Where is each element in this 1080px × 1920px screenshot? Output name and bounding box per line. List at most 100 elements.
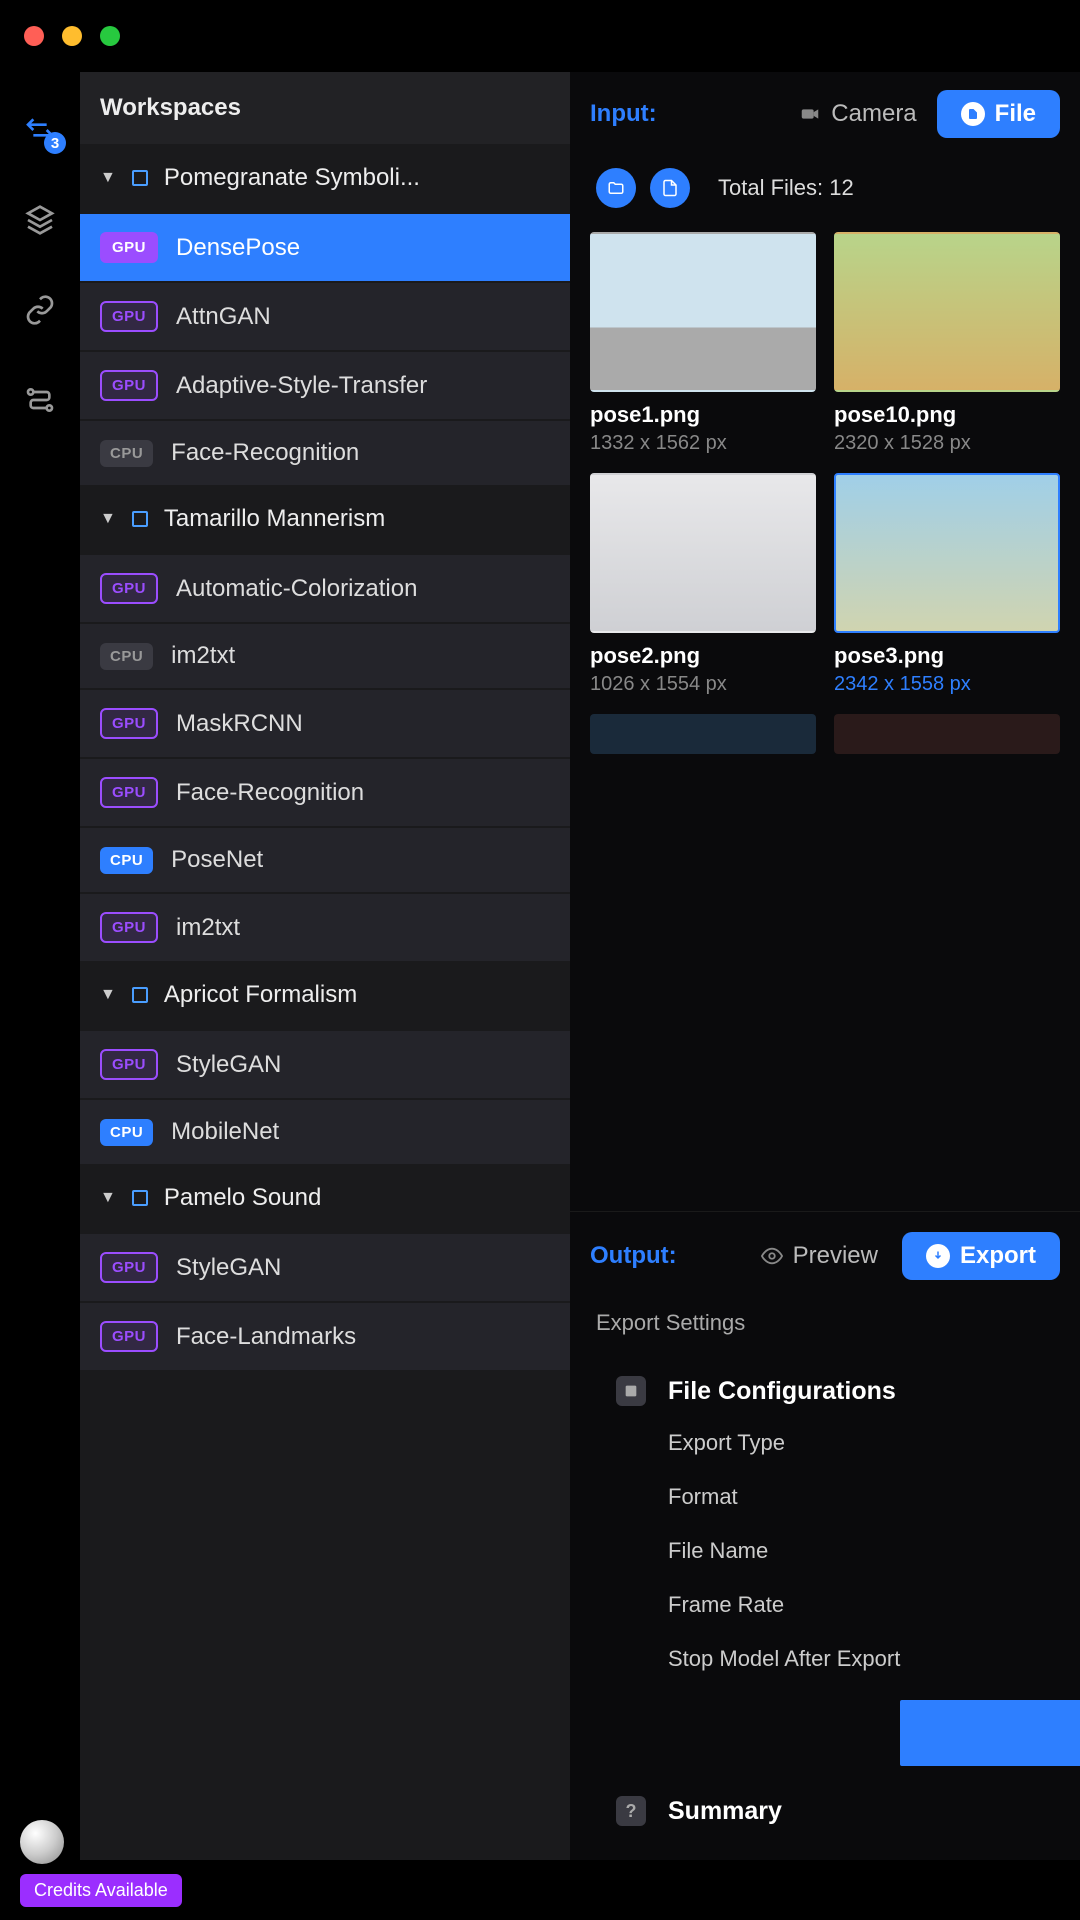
file-dimensions: 1332 x 1562 px xyxy=(590,432,816,455)
rail-transfer-icon[interactable]: 3 xyxy=(22,112,58,148)
sidebar-title: Workspaces xyxy=(80,72,570,144)
model-item[interactable]: GPUStyleGAN xyxy=(80,1234,570,1301)
model-label: MaskRCNN xyxy=(176,710,303,738)
file-toolbar: Total Files: 12 xyxy=(570,156,1080,232)
rail-link-icon[interactable] xyxy=(22,292,58,328)
workspace-name: Pamelo Sound xyxy=(164,1184,321,1212)
preview-label: Preview xyxy=(793,1242,878,1270)
workspace-icon xyxy=(132,170,148,186)
file-dimensions: 2320 x 1528 px xyxy=(834,432,1060,455)
model-label: Automatic-Colorization xyxy=(176,575,417,603)
workspace-name: Pomegranate Symboli... xyxy=(164,164,420,192)
compute-badge: GPU xyxy=(100,370,158,401)
credits-badge[interactable]: Credits Available xyxy=(20,1874,182,1907)
file-grid: pose1.png 1332 x 1562 px pose10.png 2320 x … xyxy=(570,232,1080,1211)
file-name: pose1.png xyxy=(590,402,816,428)
compute-badge: CPU xyxy=(100,847,153,874)
model-item[interactable]: CPU Face-Recognition xyxy=(80,421,570,485)
file-config-section: File Configurations Export TypeFormatFil… xyxy=(570,1356,1080,1776)
output-preview-option[interactable]: Preview xyxy=(761,1242,878,1270)
add-file-button[interactable] xyxy=(650,168,690,208)
file-card[interactable] xyxy=(834,714,1060,754)
compute-badge: GPU xyxy=(100,777,158,808)
output-label: Output: xyxy=(590,1242,677,1270)
workspace-header[interactable]: ▼ Pomegranate Symboli... xyxy=(80,144,570,212)
model-label: AttnGAN xyxy=(176,303,271,331)
file-card[interactable]: pose1.png 1332 x 1562 px xyxy=(590,232,816,455)
config-field-label: File Name xyxy=(668,1538,1080,1564)
file-name: pose2.png xyxy=(590,643,816,669)
export-settings-title: Export Settings xyxy=(570,1300,1080,1356)
chevron-down-icon: ▼ xyxy=(100,169,116,187)
workspace-header[interactable]: ▼Apricot Formalism xyxy=(80,961,570,1029)
compute-badge: GPU xyxy=(100,232,158,263)
model-item[interactable]: GPUMaskRCNN xyxy=(80,690,570,757)
file-card[interactable]: pose3.png 2342 x 1558 px xyxy=(834,473,1060,696)
model-item[interactable]: GPUim2txt xyxy=(80,894,570,961)
model-item[interactable]: CPU MobileNet xyxy=(80,1100,570,1164)
main-panel: Input: Camera File Total Files: 12 pos xyxy=(570,72,1080,1860)
file-thumbnail xyxy=(590,714,816,754)
file-card[interactable]: pose10.png 2320 x 1528 px xyxy=(834,232,1060,455)
compute-badge: CPU xyxy=(100,1119,153,1146)
rail-layers-icon[interactable] xyxy=(22,202,58,238)
input-camera-option[interactable]: Camera xyxy=(799,100,916,128)
export-action-button[interactable] xyxy=(900,1700,1080,1766)
model-label: Face-Landmarks xyxy=(176,1323,356,1351)
file-circle-icon xyxy=(961,102,985,126)
export-label: Export xyxy=(960,1242,1036,1270)
model-label: Face-Recognition xyxy=(176,779,364,807)
model-label: im2txt xyxy=(171,642,235,670)
model-item[interactable]: CPU im2txt xyxy=(80,624,570,688)
workspace-icon xyxy=(132,1190,148,1206)
file-label: File xyxy=(995,100,1036,128)
input-file-button[interactable]: File xyxy=(937,90,1060,138)
file-thumbnail xyxy=(834,232,1060,392)
model-label: Face-Recognition xyxy=(171,439,359,467)
compute-badge: CPU xyxy=(100,440,153,467)
input-label: Input: xyxy=(590,100,657,128)
window-titlebar xyxy=(0,0,1080,72)
sidebar: Workspaces ▼ Pomegranate Symboli... GPU Den… xyxy=(80,72,570,1860)
model-label: im2txt xyxy=(176,914,240,942)
file-name: pose10.png xyxy=(834,402,1060,428)
model-item[interactable]: GPUStyleGAN xyxy=(80,1031,570,1098)
file-dimensions: 2342 x 1558 px xyxy=(834,673,1060,696)
model-item[interactable]: GPU AttnGAN xyxy=(80,283,570,350)
file-config-title: File Configurations xyxy=(668,1377,896,1406)
workspace-header[interactable]: ▼Pamelo Sound xyxy=(80,1164,570,1232)
window-minimize[interactable] xyxy=(62,26,82,46)
file-thumbnail xyxy=(834,473,1060,633)
camera-label: Camera xyxy=(831,100,916,128)
chevron-down-icon: ▼ xyxy=(100,986,116,1004)
model-label: MobileNet xyxy=(171,1118,279,1146)
model-label: StyleGAN xyxy=(176,1254,281,1282)
model-label: DensePose xyxy=(176,234,300,262)
file-card[interactable]: pose2.png1026 x 1554 px xyxy=(590,473,816,696)
window-maximize[interactable] xyxy=(100,26,120,46)
compute-badge: CPU xyxy=(100,643,153,670)
model-item[interactable]: GPU Face-Recognition xyxy=(80,759,570,826)
workspace-name: Tamarillo Mannerism xyxy=(164,505,385,533)
compute-badge: GPU xyxy=(100,301,158,332)
model-item[interactable]: GPUFace-Landmarks xyxy=(80,1303,570,1370)
nav-rail: 3 xyxy=(0,72,80,1860)
file-name: pose3.png xyxy=(834,643,1060,669)
file-card[interactable] xyxy=(590,714,816,754)
rail-route-icon[interactable] xyxy=(22,382,58,418)
workspace-header[interactable]: ▼ Tamarillo Mannerism xyxy=(80,485,570,553)
file-thumbnail xyxy=(834,714,1060,754)
footer: Credits Available xyxy=(0,1860,1080,1920)
model-item[interactable]: GPUAutomatic-Colorization xyxy=(80,555,570,622)
input-bar: Input: Camera File xyxy=(570,72,1080,156)
open-folder-button[interactable] xyxy=(596,168,636,208)
file-thumbnail xyxy=(590,473,816,633)
user-avatar[interactable] xyxy=(20,1820,64,1864)
model-item[interactable]: CPUPoseNet xyxy=(80,828,570,892)
window-close[interactable] xyxy=(24,26,44,46)
model-item[interactable]: GPUAdaptive-Style-Transfer xyxy=(80,352,570,419)
output-bar: Output: Preview Export xyxy=(570,1212,1080,1300)
chevron-down-icon: ▼ xyxy=(100,510,116,528)
export-button[interactable]: Export xyxy=(902,1232,1060,1280)
model-item[interactable]: GPU DensePose xyxy=(80,214,570,281)
